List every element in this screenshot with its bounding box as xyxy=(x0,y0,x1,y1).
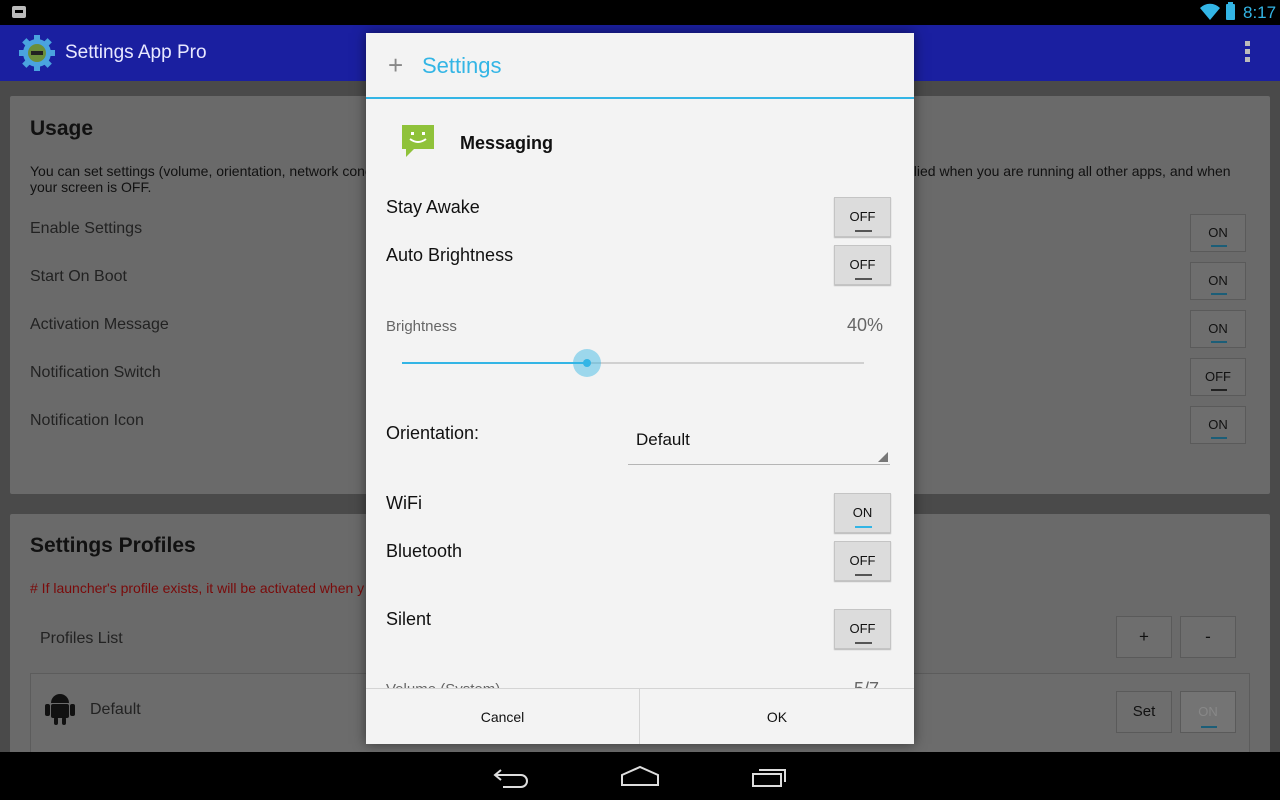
notification-switch-toggle[interactable]: OFF xyxy=(1190,358,1246,396)
home-icon[interactable] xyxy=(620,765,660,787)
stay-awake-label: Stay Awake xyxy=(386,197,480,217)
notification-icon-toggle[interactable]: ON xyxy=(1190,406,1246,444)
start-on-boot-label: Start On Boot xyxy=(30,268,127,285)
enable-settings-toggle[interactable]: ON xyxy=(1190,214,1246,252)
settings-dialog: + Settings Messaging Stay Awake OFF Auto… xyxy=(366,33,914,744)
dialog-title: Settings xyxy=(422,53,502,78)
remove-profile-button[interactable]: - xyxy=(1180,616,1236,658)
activation-message-toggle[interactable]: ON xyxy=(1190,310,1246,348)
silent-label: Silent xyxy=(386,609,432,629)
clock: 8:17 xyxy=(1243,3,1277,22)
bluetooth-toggle[interactable]: OFF xyxy=(834,541,891,581)
auto-brightness-toggle[interactable]: OFF xyxy=(834,245,891,285)
android-icon xyxy=(45,694,75,725)
brightness-value: 40% xyxy=(847,315,884,335)
brightness-label: Brightness xyxy=(386,318,457,335)
back-icon[interactable] xyxy=(493,766,529,788)
brightness-slider[interactable] xyxy=(402,349,864,377)
usage-description-right: plied when you are running all other app… xyxy=(906,163,1231,179)
notification-icon-label: Notification Icon xyxy=(30,412,144,429)
app-gear-icon[interactable] xyxy=(18,34,56,72)
auto-brightness-label: Auto Brightness xyxy=(386,245,514,265)
profiles-warning: # If launcher's profile exists, it will … xyxy=(30,580,365,596)
enable-settings-label: Enable Settings xyxy=(30,220,143,237)
brightness-slider-fill xyxy=(402,362,587,364)
overflow-menu-icon[interactable] xyxy=(1243,41,1251,65)
start-on-boot-toggle[interactable]: ON xyxy=(1190,262,1246,300)
dialog-header: + Settings xyxy=(366,33,914,99)
profiles-title: Settings Profiles xyxy=(30,534,196,557)
add-icon: + xyxy=(388,50,404,80)
brightness-slider-thumb[interactable] xyxy=(572,349,601,377)
set-profile-button[interactable]: Set xyxy=(1116,691,1172,733)
app-name: Messaging xyxy=(460,133,554,153)
orientation-dropdown[interactable]: Default xyxy=(628,418,890,465)
activation-message-label: Activation Message xyxy=(30,316,169,333)
usage-description-left: You can set settings (volume, orientatio… xyxy=(30,163,372,179)
dialog-footer: Cancel OK xyxy=(366,688,914,744)
status-bar: 8:17 xyxy=(0,0,1280,25)
orientation-value: Default xyxy=(636,430,690,449)
app-title: Settings App Pro xyxy=(65,42,207,63)
profile-name: Default xyxy=(90,701,141,718)
orientation-label: Orientation: xyxy=(386,423,480,443)
wifi-icon xyxy=(1200,3,1220,20)
recent-apps-icon[interactable] xyxy=(751,766,787,788)
notification-icon xyxy=(12,6,26,18)
navigation-bar xyxy=(0,752,1280,800)
usage-title: Usage xyxy=(30,117,94,140)
bluetooth-label: Bluetooth xyxy=(386,541,463,561)
stay-awake-toggle[interactable]: OFF xyxy=(834,197,891,237)
notification-switch-label: Notification Switch xyxy=(30,364,161,381)
cancel-button[interactable]: Cancel xyxy=(366,689,639,744)
add-profile-button[interactable]: + xyxy=(1116,616,1172,658)
battery-icon xyxy=(1226,2,1235,20)
profile-active-toggle[interactable]: ON xyxy=(1180,691,1236,733)
wifi-toggle[interactable]: ON xyxy=(834,493,891,533)
usage-description-line2: your screen is OFF. xyxy=(30,179,152,195)
silent-toggle[interactable]: OFF xyxy=(834,609,891,649)
profiles-list-label: Profiles List xyxy=(40,630,123,647)
ok-button[interactable]: OK xyxy=(640,689,914,744)
wifi-label: WiFi xyxy=(386,493,422,513)
dropdown-arrow-icon xyxy=(878,452,888,462)
messaging-app-icon xyxy=(402,125,434,157)
